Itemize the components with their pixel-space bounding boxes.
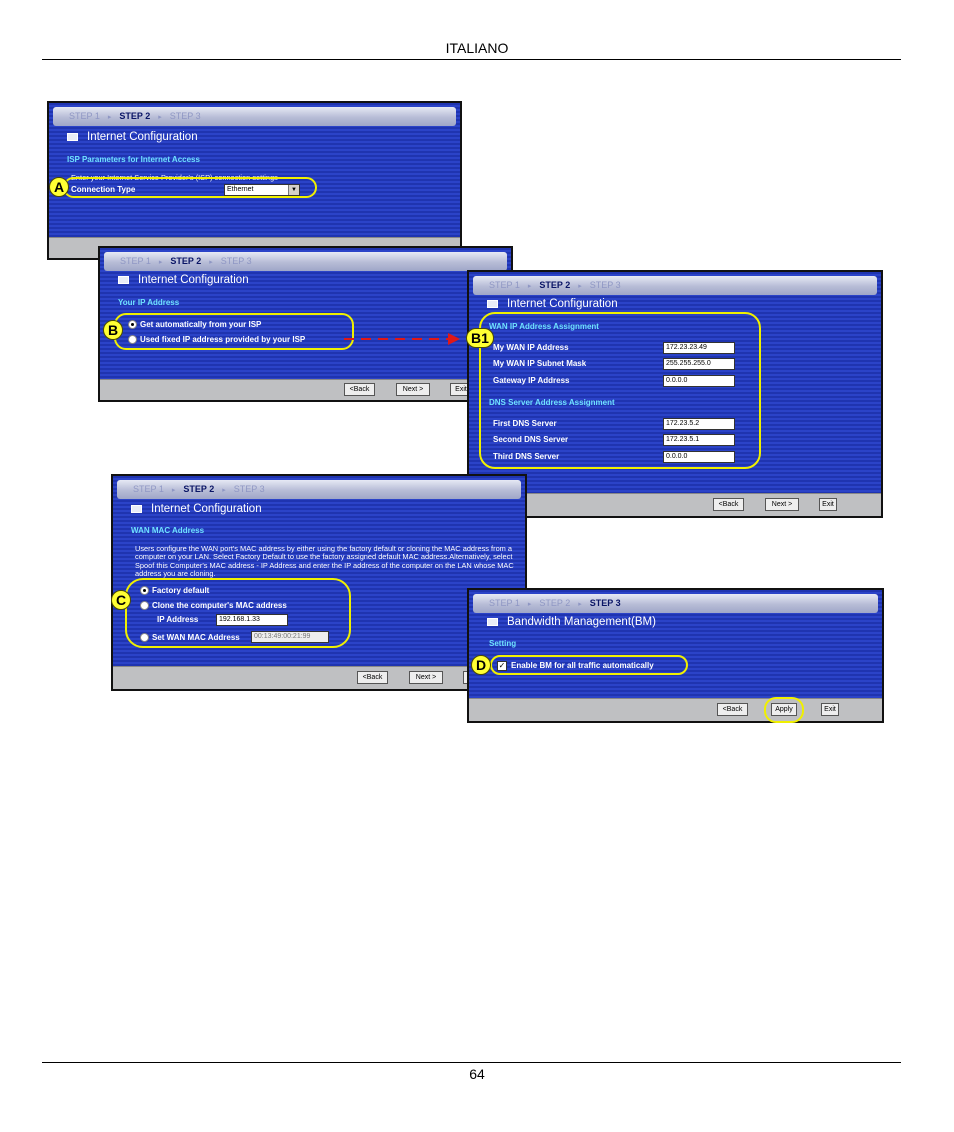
button-bar: <Back Next > Exit [113, 666, 525, 689]
step-bar: STEP 1 ▸ STEP 2 ▸ STEP 3 [473, 276, 877, 295]
description-text: Users configure the WAN port's MAC addre… [135, 544, 514, 579]
highlight-enable-bm [490, 655, 688, 675]
step-3[interactable]: STEP 3 [234, 484, 265, 494]
next-button[interactable]: Next > [396, 383, 430, 396]
step-3[interactable]: STEP 3 [221, 256, 252, 266]
screen-title: Bandwidth Management(BM) [487, 616, 656, 628]
step-arrow-icon: ▸ [158, 259, 163, 266]
highlight-ip-options [114, 313, 354, 350]
page-number: 64 [469, 1066, 485, 1082]
callout-c: C [111, 590, 131, 610]
button-bar: <Back Apply Exit [469, 698, 882, 721]
step-arrow-icon: ▸ [578, 283, 582, 290]
step-bar: STEP 1 ▸ STEP 2 ▸ STEP 3 [473, 594, 878, 613]
screen-title: Internet Configuration [487, 298, 618, 310]
step-arrow-icon: ▸ [107, 114, 112, 121]
next-button[interactable]: Next > [765, 498, 799, 511]
callout-b: B [103, 320, 123, 340]
step-bar: STEP 1 ▸ STEP 2 ▸ STEP 3 [53, 107, 456, 126]
step-arrow-icon: ▸ [527, 283, 532, 290]
callout-d: D [471, 655, 491, 675]
folder-icon [131, 505, 142, 513]
back-button[interactable]: <Back [717, 703, 748, 716]
step-1[interactable]: STEP 1 [133, 484, 164, 494]
step-arrow-icon: ▸ [209, 259, 213, 266]
back-button[interactable]: <Back [357, 671, 388, 684]
next-button[interactable]: Next > [409, 671, 443, 684]
page-header: ITALIANO [445, 40, 509, 56]
step-bar: STEP 1 ▸ STEP 2 ▸ STEP 3 [104, 252, 507, 271]
step-2[interactable]: STEP 2 [183, 484, 214, 494]
screen-title: Internet Configuration [67, 131, 198, 143]
button-bar: <Back Next > Exit [469, 493, 881, 516]
step-arrow-icon: ▸ [171, 487, 176, 494]
step-bar: STEP 1 ▸ STEP 2 ▸ STEP 3 [117, 480, 521, 499]
section-heading: Setting [489, 639, 517, 648]
step-arrow-icon: ▸ [222, 487, 226, 494]
folder-icon [487, 618, 498, 626]
step-1[interactable]: STEP 1 [120, 256, 151, 266]
step-3[interactable]: STEP 3 [590, 598, 621, 608]
step-arrow-icon: ▸ [527, 601, 532, 608]
button-bar: <Back Next > Exit [100, 379, 511, 400]
section-heading: Your IP Address [118, 298, 180, 307]
step-1[interactable]: STEP 1 [69, 111, 100, 121]
step-1[interactable]: STEP 1 [489, 280, 520, 290]
step-3[interactable]: STEP 3 [170, 111, 201, 121]
step-2[interactable]: STEP 2 [539, 280, 570, 290]
exit-button[interactable]: Exit [819, 498, 837, 511]
header-rule [42, 59, 901, 60]
callout-a: A [49, 177, 69, 197]
footer-rule [42, 1062, 901, 1063]
step-2[interactable]: STEP 2 [170, 256, 201, 266]
screen-title: Internet Configuration [118, 274, 249, 286]
section-heading: WAN MAC Address [131, 526, 205, 535]
step-2[interactable]: STEP 2 [539, 598, 570, 608]
screen-title: Internet Configuration [131, 503, 262, 515]
step-1[interactable]: STEP 1 [489, 598, 520, 608]
step-arrow-icon: ▸ [578, 601, 582, 608]
highlight-mac-options [125, 578, 351, 648]
folder-icon [487, 300, 498, 308]
back-button[interactable]: <Back [713, 498, 744, 511]
callout-b1: B1 [466, 328, 494, 348]
highlight-wan-dns [479, 312, 761, 469]
section-heading: ISP Parameters for Internet Access [67, 155, 200, 164]
exit-button[interactable]: Exit [821, 703, 839, 716]
back-button[interactable]: <Back [344, 383, 375, 396]
dashed-arrow-icon [344, 333, 460, 345]
step-2[interactable]: STEP 2 [119, 111, 150, 121]
step-3[interactable]: STEP 3 [590, 280, 621, 290]
highlight-apply-button [764, 697, 804, 723]
folder-icon [118, 276, 129, 284]
highlight-connection-type [63, 177, 317, 198]
step-arrow-icon: ▸ [158, 114, 162, 121]
folder-icon [67, 133, 78, 141]
